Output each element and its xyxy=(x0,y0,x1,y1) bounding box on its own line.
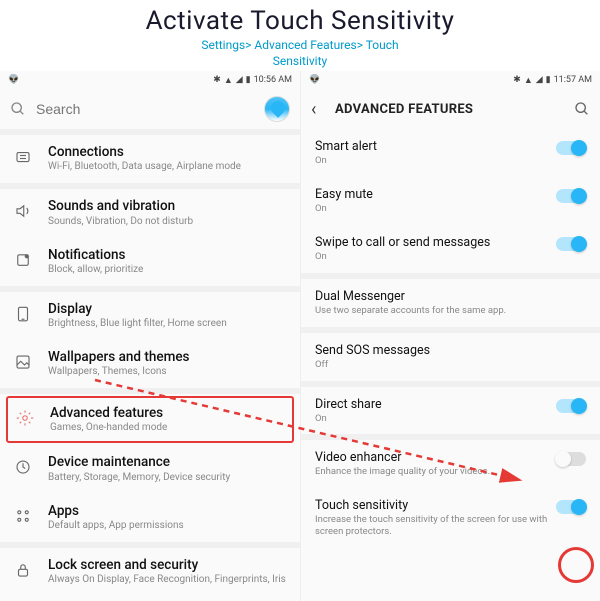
toggle-swipe-call[interactable] xyxy=(556,237,586,251)
maintenance-icon xyxy=(12,456,34,478)
wifi-icon: ▲ xyxy=(224,75,233,86)
toggle-touch-sensitivity[interactable] xyxy=(556,500,586,514)
apps-icon xyxy=(12,505,34,527)
reddit-icon: 👽 xyxy=(8,75,19,85)
notifications-icon xyxy=(12,249,34,271)
row-advanced-features[interactable]: Advanced featuresGames, One-handed mode xyxy=(6,396,294,443)
row-apps[interactable]: AppsDefault apps, App permissions xyxy=(0,494,300,542)
screen-title: ADVANCED FEATURES xyxy=(335,102,574,117)
row-wallpapers[interactable]: Wallpapers and themesWallpapers, Themes,… xyxy=(0,340,300,388)
breadcrumb: Settings> Advanced Features> Touch Sensi… xyxy=(0,38,600,69)
search-icon xyxy=(10,101,26,117)
bluetooth-icon: ✱ xyxy=(213,75,221,85)
connections-icon xyxy=(12,146,34,168)
phone-advanced-features: 👽 ✱ ▲ ◢ ▮ 11:57 AM ‹ ADVANCED FEATURES S… xyxy=(300,71,600,601)
row-smart-alert[interactable]: Smart alertOn xyxy=(301,129,600,177)
settings-list: ConnectionsWi-Fi, Bluetooth, Data usage,… xyxy=(0,135,300,596)
signal-icon: ◢ xyxy=(536,75,543,85)
row-device-maintenance[interactable]: Device maintenanceBattery, Storage, Memo… xyxy=(0,445,300,493)
row-easy-mute[interactable]: Easy muteOn xyxy=(301,177,600,225)
tutorial-header: Activate Touch Sensitivity Settings> Adv… xyxy=(0,0,600,71)
search-bar[interactable] xyxy=(0,89,300,129)
sound-icon xyxy=(12,200,34,222)
row-connections[interactable]: ConnectionsWi-Fi, Bluetooth, Data usage,… xyxy=(0,135,300,183)
page-title: Activate Touch Sensitivity xyxy=(0,6,600,36)
battery-icon: ▮ xyxy=(246,75,251,85)
row-notifications[interactable]: NotificationsBlock, allow, prioritize xyxy=(0,238,300,286)
avatar[interactable] xyxy=(264,96,290,122)
row-direct-share[interactable]: Direct shareOn xyxy=(301,387,600,435)
annotation-circle xyxy=(558,547,594,583)
wifi-icon: ▲ xyxy=(524,75,533,86)
signal-icon: ◢ xyxy=(236,75,243,85)
screen-header: ‹ ADVANCED FEATURES xyxy=(301,89,600,129)
row-dual-messenger[interactable]: Dual MessengerUse two separate accounts … xyxy=(301,279,600,327)
reddit-icon: 👽 xyxy=(309,75,320,85)
back-button[interactable]: ‹ xyxy=(311,99,331,120)
row-swipe-call[interactable]: Swipe to call or send messagesOn xyxy=(301,225,600,273)
row-touch-sensitivity[interactable]: Touch sensitivityIncrease the touch sens… xyxy=(301,488,600,548)
search-input[interactable] xyxy=(36,101,264,117)
display-icon xyxy=(12,303,34,325)
lock-icon xyxy=(12,559,34,581)
phone-settings: 👽 ✱ ▲ ◢ ▮ 10:56 AM ConnectionsWi-Fi, Blu… xyxy=(0,71,300,601)
toggle-smart-alert[interactable] xyxy=(556,141,586,155)
toggle-video-enhancer[interactable] xyxy=(556,452,586,466)
advanced-icon xyxy=(14,407,36,429)
row-sounds[interactable]: Sounds and vibrationSounds, Vibration, D… xyxy=(0,189,300,237)
status-bar: 👽 ✱ ▲ ◢ ▮ 11:57 AM xyxy=(301,71,600,89)
toggle-easy-mute[interactable] xyxy=(556,189,586,203)
battery-icon: ▮ xyxy=(546,75,551,85)
status-time: 10:56 AM xyxy=(254,75,292,85)
status-bar: 👽 ✱ ▲ ◢ ▮ 10:56 AM xyxy=(0,71,300,89)
wallpaper-icon xyxy=(12,351,34,373)
row-video-enhancer[interactable]: Video enhancerEnhance the image quality … xyxy=(301,440,600,488)
status-time: 11:57 AM xyxy=(554,75,592,85)
bluetooth-icon: ✱ xyxy=(513,75,521,85)
search-icon[interactable] xyxy=(574,101,590,117)
row-display[interactable]: DisplayBrightness, Blue light filter, Ho… xyxy=(0,292,300,340)
row-send-sos[interactable]: Send SOS messagesOff xyxy=(301,333,600,381)
row-lock-screen[interactable]: Lock screen and securityAlways On Displa… xyxy=(0,548,300,596)
features-list: Smart alertOn Easy muteOn Swipe to call … xyxy=(301,129,600,548)
toggle-direct-share[interactable] xyxy=(556,399,586,413)
